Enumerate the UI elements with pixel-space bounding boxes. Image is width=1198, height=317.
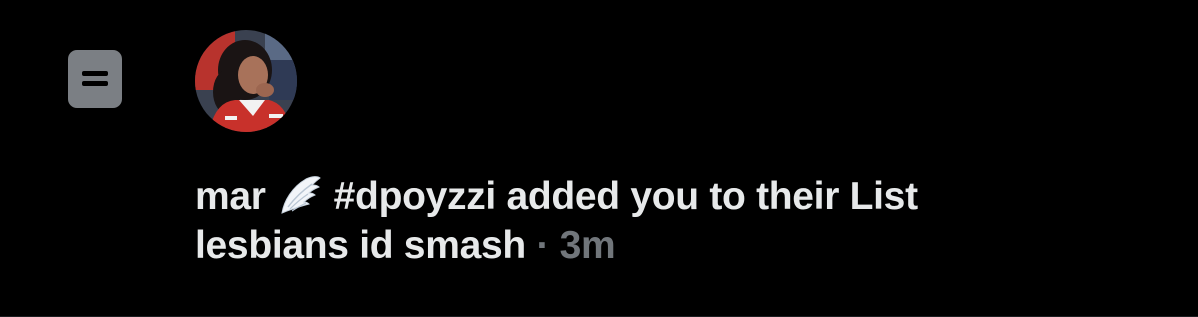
list-name[interactable]: lesbians id smash bbox=[195, 224, 526, 267]
avatar[interactable] bbox=[195, 30, 297, 132]
wing-emoji-icon bbox=[276, 175, 322, 215]
message-line-1: mar #dpoyzzi added you to their List bbox=[195, 172, 1175, 221]
list-icon-bar bbox=[82, 81, 108, 86]
list-added-notification[interactable]: mar #dpoyzzi added you to their List les… bbox=[0, 0, 1198, 317]
separator: · bbox=[536, 224, 550, 267]
notification-message: mar #dpoyzzi added you to their List les… bbox=[195, 172, 1175, 270]
list-icon bbox=[68, 50, 122, 108]
message-line-2: lesbians id smash · 3m bbox=[195, 221, 1175, 270]
timestamp: 3m bbox=[559, 224, 616, 267]
user-name[interactable]: mar bbox=[195, 175, 266, 218]
avatar-photo bbox=[195, 30, 297, 132]
action-text: #dpoyzzi added you to their List bbox=[333, 175, 918, 218]
list-icon-bar bbox=[82, 71, 108, 76]
